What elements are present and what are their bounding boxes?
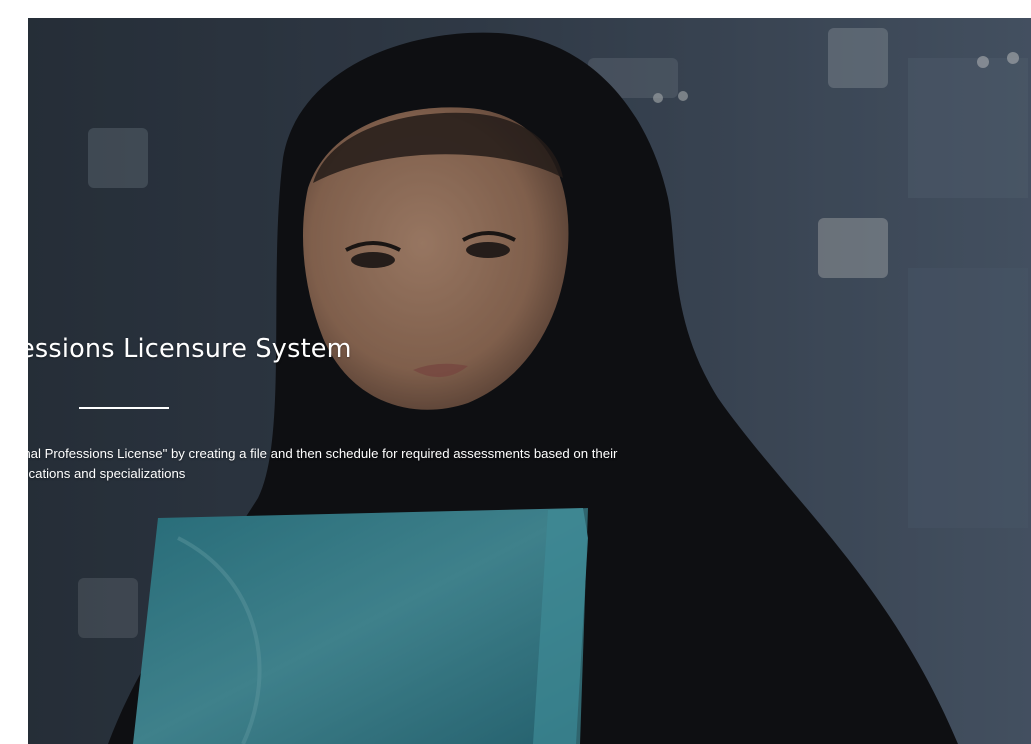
hero-description-line-1: onal Professions License" by creating a … [28,446,618,461]
hero-description-line-2: ifications and specializations [28,466,186,481]
hero-description: onal Professions License" by creating a … [28,444,916,484]
hero-title: ofessions Licensure System [28,334,352,364]
dark-overlay [28,18,1031,744]
hero-banner: ofessions Licensure System onal Professi… [28,18,1031,744]
title-divider [79,407,169,409]
